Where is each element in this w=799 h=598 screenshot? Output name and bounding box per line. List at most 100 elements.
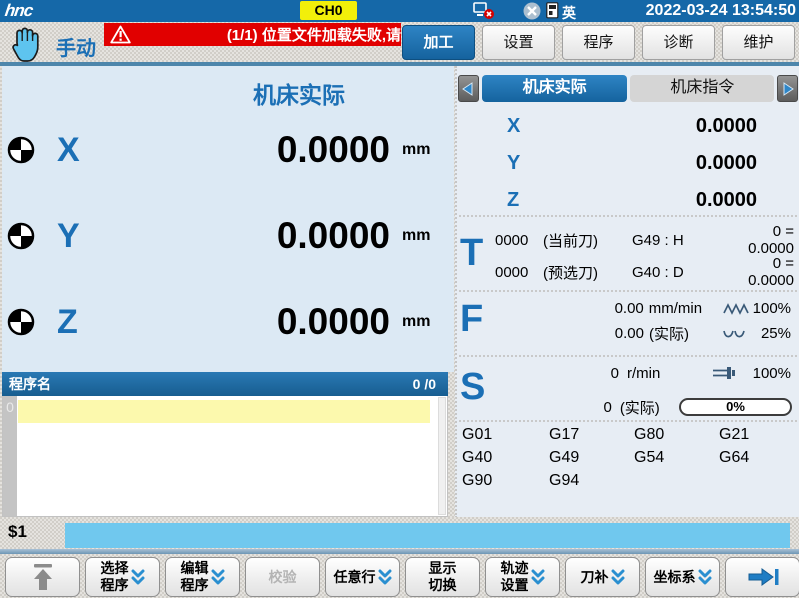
gcode: G17 xyxy=(549,426,634,449)
program-line-gutter: 0 xyxy=(3,396,17,516)
feed-row-command: 0.00 mm/min 100% xyxy=(457,296,799,321)
tool-row-preselect: 0000 (预选刀) G40 : D 0 = 0.0000 xyxy=(495,256,799,288)
machine-panel-title: 机床实际 xyxy=(253,76,345,110)
softkey-label: 刀补 xyxy=(581,569,609,586)
tool-row-current: 0000 (当前刀) G49 : H 0 = 0.0000 xyxy=(495,224,799,256)
rapid-override-percent: 100% xyxy=(753,300,799,317)
axis-value: 0.0000 xyxy=(93,215,390,257)
softkey-display-switch[interactable]: 显示 切换 xyxy=(405,557,480,597)
input-method-icon xyxy=(546,2,559,19)
feed-unit: mm/min xyxy=(649,300,723,317)
softkey-label: 显示 切换 xyxy=(429,560,457,594)
spindle-value: 0 xyxy=(457,399,612,416)
machine-status-panel: 机床实际 机床指令 X 0.0000 Y 0.0000 Z 0.0000 T 0… xyxy=(455,66,799,518)
coord-row-y: Y 0.0000 xyxy=(457,145,799,182)
softkey-label: 坐标系 xyxy=(654,569,696,586)
axis-row-x: X 0.0000 mm xyxy=(2,121,454,179)
axis-name: Z xyxy=(57,303,93,342)
rapid-override-icon xyxy=(723,302,753,316)
chevron-double-down-icon xyxy=(531,568,545,586)
axis-origin-icon xyxy=(7,136,35,164)
tool-comp-gcode: G40 : D xyxy=(632,264,724,281)
alarm-banner: (1/1) 位置文件加载失败,请 xyxy=(104,23,401,46)
chevron-double-down-icon xyxy=(611,568,625,586)
axis-origin-icon xyxy=(7,222,35,250)
program-list-title: 程序名 xyxy=(2,374,51,394)
program-list-panel: 程序名 0 /0 0 xyxy=(2,372,448,517)
program-list-body[interactable]: 0 xyxy=(2,396,448,517)
axis-unit: mm xyxy=(402,141,444,159)
tool-number: 0000 xyxy=(495,264,543,281)
spindle-load-bar: 0% xyxy=(679,398,792,416)
coord-axis-value: 0.0000 xyxy=(541,152,799,175)
coord-row-z: Z 0.0000 xyxy=(457,182,799,219)
spindle-row-actual: 0 (实际) 0% xyxy=(457,392,799,422)
gcode: G54 xyxy=(634,449,719,472)
gcode: G90 xyxy=(462,472,549,495)
gcode: G21 xyxy=(719,426,797,449)
gcode: G49 xyxy=(549,449,634,472)
tab-machining[interactable]: 加工 xyxy=(402,25,475,60)
tab-machine-command[interactable]: 机床指令 xyxy=(630,75,774,102)
softkey-label: 编辑 程序 xyxy=(181,560,209,594)
program-scrollbar[interactable] xyxy=(438,397,446,515)
channel-bar: $1 xyxy=(0,517,799,549)
tab-program[interactable]: 程序 xyxy=(562,25,635,60)
gcode: G94 xyxy=(549,472,634,495)
tool-number: 0000 xyxy=(495,232,543,249)
channel-progress-bar xyxy=(65,523,790,548)
axis-name: X xyxy=(57,131,93,170)
softkey-label: 任意行 xyxy=(334,569,376,586)
coord-tab-next-button[interactable] xyxy=(777,75,798,102)
channel-indicator: CH0 xyxy=(300,1,357,20)
softkey-track-settings[interactable]: 轨迹 设置 xyxy=(485,557,560,597)
triangle-right-icon xyxy=(782,82,794,96)
gcode: G40 xyxy=(462,449,549,472)
softkey-return-button[interactable] xyxy=(5,557,80,597)
softkey-next-menu[interactable] xyxy=(725,557,799,597)
usb-eject-icon xyxy=(522,2,542,20)
softkey-verify[interactable]: 校验 xyxy=(245,557,320,597)
softkey-tool-comp[interactable]: 刀补 xyxy=(565,557,640,597)
feed-info: 0.00 mm/min 100% 0.00 (实际) 25% xyxy=(457,296,799,346)
tool-info: 0000 (当前刀) G49 : H 0 = 0.0000 0000 (预选刀)… xyxy=(495,224,799,288)
channel-number-label: $1 xyxy=(8,522,27,542)
coordinate-values: X 0.0000 Y 0.0000 Z 0.0000 xyxy=(457,108,799,219)
feed-unit: (实际) xyxy=(649,323,723,344)
spindle-unit: r/min xyxy=(627,365,689,382)
network-disconnected-icon xyxy=(473,2,495,20)
feed-value: 0.00 xyxy=(457,300,644,317)
spindle-value: 0 xyxy=(457,365,619,382)
axis-row-y: Y 0.0000 mm xyxy=(2,207,454,265)
tool-section-label: T xyxy=(460,232,483,275)
axis-unit: mm xyxy=(402,227,444,245)
softkey-edit-program[interactable]: 编辑 程序 xyxy=(165,557,240,597)
status-row: 手动 (1/1) 位置文件加载失败,请 加工 设置 程序 诊断 维护 xyxy=(0,22,799,66)
tab-maintenance[interactable]: 维护 xyxy=(722,25,795,60)
softkey-coordinate-system[interactable]: 坐标系 xyxy=(645,557,720,597)
tool-comp-value: 0 = 0.0000 xyxy=(724,255,799,289)
tab-machine-actual[interactable]: 机床实际 xyxy=(482,75,628,102)
feed-row-actual: 0.00 (实际) 25% xyxy=(457,321,799,346)
softkey-select-program[interactable]: 选择 程序 xyxy=(85,557,160,597)
softkey-any-line[interactable]: 任意行 xyxy=(325,557,400,597)
coord-axis-value: 0.0000 xyxy=(541,115,799,138)
softkey-bar: 选择 程序 编辑 程序 校验 任意行 显示 切换 轨迹 设置 刀补 坐标系 xyxy=(0,554,799,598)
modal-gcode-list: G01 G17 G80 G21 G40 G49 G54 G64 G90 G94 xyxy=(462,426,797,495)
feed-override-icon xyxy=(723,327,753,341)
tab-diagnosis[interactable]: 诊断 xyxy=(642,25,715,60)
program-line-counter: 0 /0 xyxy=(413,376,448,392)
coord-tab-prev-button[interactable] xyxy=(458,75,479,102)
return-up-icon xyxy=(30,563,56,591)
spindle-row-command: 0 r/min 100% xyxy=(457,358,799,388)
alarm-message: (1/1) 位置文件加载失败,请 xyxy=(131,24,401,45)
section-divider xyxy=(459,355,797,357)
program-selected-line[interactable] xyxy=(18,400,430,423)
program-list-header: 程序名 0 /0 xyxy=(2,372,448,396)
machine-position-panel: 机床实际 X 0.0000 mm Y 0.0000 mm Z 0.0000 mm xyxy=(2,66,454,372)
axis-name: Y xyxy=(57,217,93,256)
coordinate-tab-bar: 机床实际 机床指令 xyxy=(458,75,798,102)
coord-axis-name: Z xyxy=(457,189,541,212)
tab-settings[interactable]: 设置 xyxy=(482,25,555,60)
chevron-double-down-icon xyxy=(378,568,392,586)
